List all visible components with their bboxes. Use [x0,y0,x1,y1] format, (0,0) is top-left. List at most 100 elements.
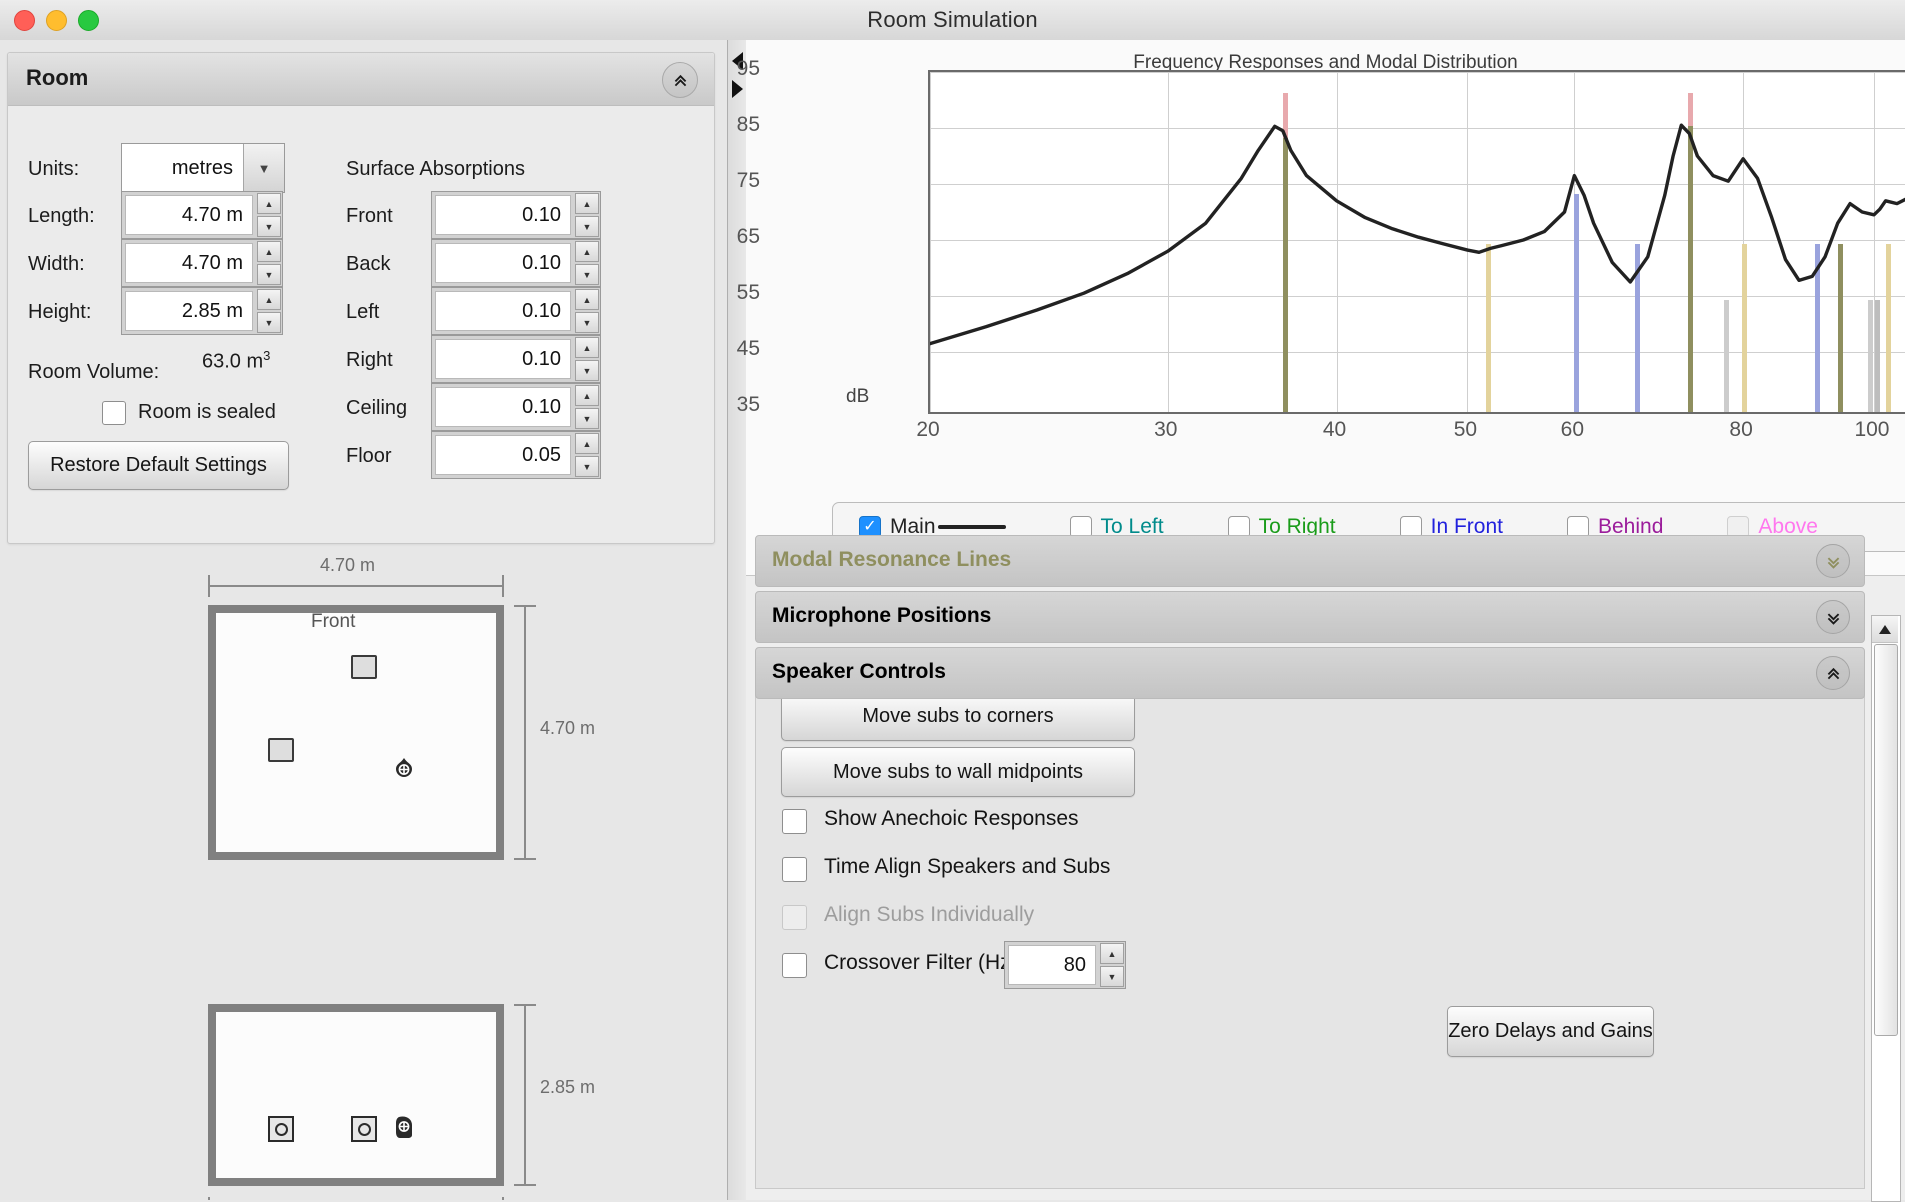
length-stepper[interactable]: 4.70 m ▲ ▼ [121,191,283,239]
length-value[interactable]: 4.70 m [125,195,253,235]
left-panel: Room Units: metres ▼ Length: 4.70 m ▲ ▼ … [0,40,727,1200]
width-stepper[interactable]: 4.70 m ▲ ▼ [121,239,283,287]
absorption-value-back[interactable]: 0.10 [435,243,571,283]
absorption-value-front[interactable]: 0.10 [435,195,571,235]
spin-up-icon[interactable]: ▲ [575,241,599,262]
spin-up-icon[interactable]: ▲ [575,289,599,310]
chevron-double-down-icon[interactable] [1816,544,1850,578]
spin-down-icon[interactable]: ▼ [1100,966,1124,987]
width-label: Width: [28,253,85,276]
length-spin-buttons[interactable]: ▲ ▼ [256,192,282,238]
move-subs-to-wall-midpoints-button[interactable]: Move subs to wall midpoints [781,747,1135,797]
window-title: Room Simulation [0,7,1905,33]
crossover-filter-checkbox[interactable] [782,953,807,978]
y-axis-tick-label: 55 [700,281,760,305]
room-sealed-checkbox[interactable] [102,401,126,425]
absorption-stepper-left[interactable]: 0.10 ▲▼ [431,287,601,335]
height-spin-buttons[interactable]: ▲ ▼ [256,288,282,334]
spin-up-icon[interactable]: ▲ [1100,943,1124,964]
chevron-down-icon[interactable]: ▼ [243,144,284,192]
room-volume-exponent: 3 [263,348,270,363]
triangle-right-icon[interactable] [732,80,743,98]
align-subs-individually-checkbox [782,905,807,930]
absorption-value-right[interactable]: 0.10 [435,339,571,379]
spin-up-icon[interactable]: ▲ [575,433,599,454]
dim-tick [208,575,210,597]
legend-line-sample [938,525,1006,529]
plan-front-label: Front [311,611,355,633]
dim-tick [514,858,536,860]
sub-icon[interactable] [268,1116,294,1142]
triangle-up-icon[interactable] [1872,616,1898,643]
listener-head-icon[interactable] [393,1115,415,1139]
spin-down-icon[interactable]: ▼ [575,456,599,477]
chart-plot-area[interactable] [928,70,1905,414]
x-axis-tick-label: 40 [1323,418,1346,442]
room-elevation-box[interactable] [208,1004,504,1186]
absorption-stepper-back[interactable]: 0.10 ▲▼ [431,239,601,287]
restore-defaults-button[interactable]: Restore Default Settings [28,441,289,490]
align-subs-individually-label: Align Subs Individually [824,903,1034,927]
listener-head-icon[interactable] [393,757,415,779]
absorption-stepper-front[interactable]: 0.10 ▲▼ [431,191,601,239]
spin-down-icon[interactable]: ▼ [257,216,281,237]
spin-down-icon[interactable]: ▼ [575,264,599,285]
show-anechoic-responses-checkbox[interactable] [782,809,807,834]
absorption-value-ceiling[interactable]: 0.10 [435,387,571,427]
vertical-scrollbar[interactable] [1871,615,1901,1202]
absorption-value-left[interactable]: 0.10 [435,291,571,331]
x-axis-tick-label: 60 [1561,418,1584,442]
spin-down-icon[interactable]: ▼ [575,216,599,237]
room-plan-box[interactable]: Front [208,605,504,860]
absorption-label-right: Right [346,349,393,372]
height-value[interactable]: 2.85 m [125,291,253,331]
room-volume-number: 63.0 m [202,351,263,373]
sub-icon[interactable] [351,1116,377,1142]
units-select[interactable]: metres ▼ [121,143,285,193]
scrollbar-thumb[interactable] [1874,644,1898,1036]
spin-up-icon[interactable]: ▲ [257,289,281,310]
response-curve [930,72,1905,408]
chevron-double-up-icon[interactable] [662,62,698,98]
absorption-stepper-ceiling[interactable]: 0.10 ▲▼ [431,383,601,431]
speaker-icon[interactable] [351,655,377,679]
accordion-microphone-positions[interactable]: Microphone Positions [755,591,1865,643]
spin-down-icon[interactable]: ▼ [575,312,599,333]
spin-down-icon[interactable]: ▼ [257,264,281,285]
frequency-response-chart[interactable]: Frequency Responses and Modal Distributi… [746,40,1905,576]
width-spin-buttons[interactable]: ▲ ▼ [256,240,282,286]
accordion-speaker-controls[interactable]: Speaker Controls [755,647,1865,699]
chevron-double-up-icon[interactable] [1816,656,1850,690]
crossover-frequency-stepper[interactable]: 80 ▲▼ [1004,941,1126,989]
chevron-double-down-icon[interactable] [1816,600,1850,634]
spin-up-icon[interactable]: ▲ [575,385,599,406]
room-elevation-view[interactable]: 2.85 m 4.70 m [0,992,727,1200]
spin-up-icon[interactable]: ▲ [257,193,281,214]
height-stepper[interactable]: 2.85 m ▲ ▼ [121,287,283,335]
speaker-controls-body: Move subs to corners Move subs to wall m… [755,659,1865,1189]
accordion-modal-resonance-lines[interactable]: Modal Resonance Lines [755,535,1865,587]
room-plan-view[interactable]: 4.70 m Front 4.70 m [0,555,727,915]
absorption-stepper-right[interactable]: 0.10 ▲▼ [431,335,601,383]
dim-tick [514,1184,536,1186]
time-align-checkbox[interactable] [782,857,807,882]
spin-down-icon[interactable]: ▼ [575,408,599,429]
window-titlebar: Room Simulation [0,0,1905,41]
db-axis-label: dB [846,386,869,408]
absorption-stepper-floor[interactable]: 0.05 ▲▼ [431,431,601,479]
width-value[interactable]: 4.70 m [125,243,253,283]
crossover-filter-label: Crossover Filter (Hz) [824,951,1018,975]
y-axis-tick-label: 75 [700,169,760,193]
spin-down-icon[interactable]: ▼ [575,360,599,381]
spin-up-icon[interactable]: ▲ [575,337,599,358]
speaker-icon[interactable] [268,738,294,762]
spin-up-icon[interactable]: ▲ [257,241,281,262]
y-axis-tick-label: 45 [700,337,760,361]
room-settings-group: Room Units: metres ▼ Length: 4.70 m ▲ ▼ … [7,52,715,544]
zero-delays-and-gains-button[interactable]: Zero Delays and Gains [1447,1006,1654,1057]
spin-up-icon[interactable]: ▲ [575,193,599,214]
spin-down-icon[interactable]: ▼ [257,312,281,333]
pane-splitter[interactable] [727,40,747,1200]
absorption-value-floor[interactable]: 0.05 [435,435,571,475]
crossover-frequency-value[interactable]: 80 [1008,945,1096,985]
